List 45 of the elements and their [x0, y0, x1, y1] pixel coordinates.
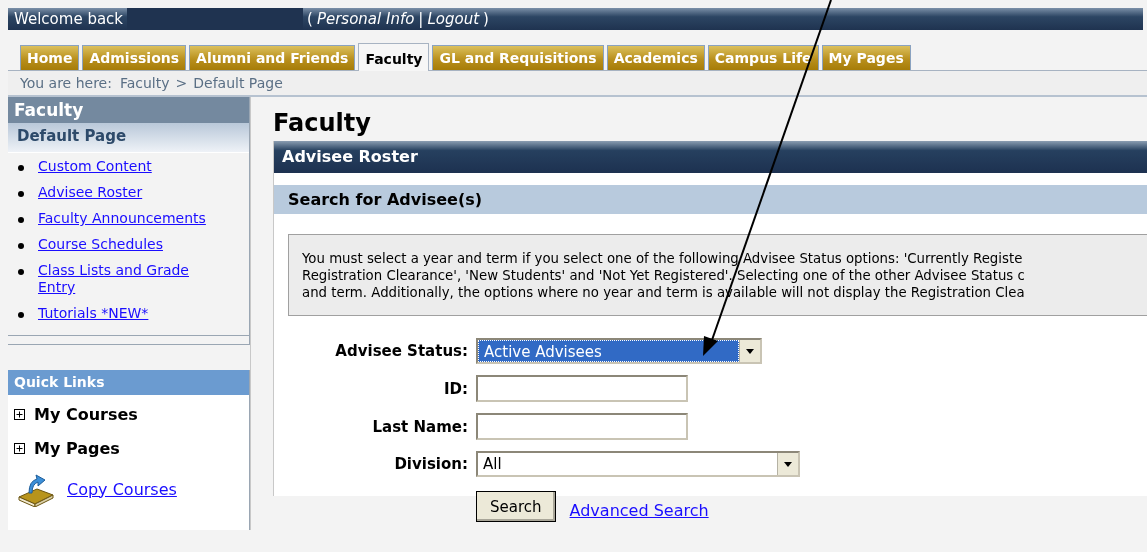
bracket-text: ): [483, 10, 489, 28]
greeting-text: Welcome back: [13, 10, 124, 28]
field-label: Last Name:: [372, 417, 468, 436]
header-link[interactable]: Personal Info: [316, 10, 415, 28]
sidebar-link[interactable]: Faculty Announcements: [38, 210, 223, 227]
quick-links-title: Quick Links: [8, 370, 249, 395]
book-icon: [17, 471, 55, 507]
header-link[interactable]: Logout: [427, 10, 480, 28]
separator-text: |: [418, 10, 424, 28]
text-input[interactable]: [476, 413, 688, 440]
breadcrumb-item[interactable]: Faculty: [119, 75, 170, 95]
expand-icon[interactable]: [14, 409, 25, 420]
bullet-icon: [18, 269, 24, 275]
quick-link-heading[interactable]: My Pages: [34, 439, 120, 458]
sidebar-link[interactable]: Advisee Roster: [38, 184, 223, 201]
breadcrumb-item[interactable]: Default Page: [193, 75, 283, 95]
field-label: ID:: [443, 379, 468, 398]
quick-link-heading[interactable]: My Courses: [34, 405, 138, 424]
sidebar-link[interactable]: Tutorials *NEW*: [38, 305, 223, 322]
bullet-icon: [18, 217, 24, 223]
dropdown[interactable]: Active Advisees: [476, 338, 762, 364]
bullet-icon: [18, 165, 24, 171]
breadcrumb-separator: >: [175, 75, 188, 93]
quick-link[interactable]: Copy Courses: [67, 479, 177, 499]
sidebar-link[interactable]: Custom Content: [38, 158, 223, 175]
bullet-icon: [18, 243, 24, 249]
nav-tab[interactable]: Faculty: [358, 43, 430, 71]
search-button[interactable]: Search: [476, 491, 556, 522]
advanced-search-link[interactable]: Advanced Search: [569, 501, 709, 520]
expand-icon[interactable]: [14, 443, 25, 454]
bullet-icon: [18, 191, 24, 197]
subsection-header: Search for Advisee(s): [274, 185, 1147, 214]
field-label: Division:: [394, 455, 468, 473]
sidebar-link[interactable]: Class Lists and Grade Entry: [38, 262, 223, 296]
page-title: Faculty: [273, 108, 372, 139]
dropdown[interactable]: All: [476, 451, 800, 477]
sidebar-title: Faculty: [8, 97, 249, 123]
text-input[interactable]: [476, 375, 688, 402]
bullet-icon: [18, 312, 24, 318]
bracket-text: (: [307, 10, 313, 28]
sidebar-subtitle: Default Page: [8, 123, 249, 153]
breadcrumb-label: You are here:: [20, 75, 112, 93]
field-label: Advisee Status:: [335, 342, 468, 360]
sidebar-link[interactable]: Course Schedules: [38, 236, 223, 253]
section-header: Advisee Roster: [274, 141, 1147, 173]
